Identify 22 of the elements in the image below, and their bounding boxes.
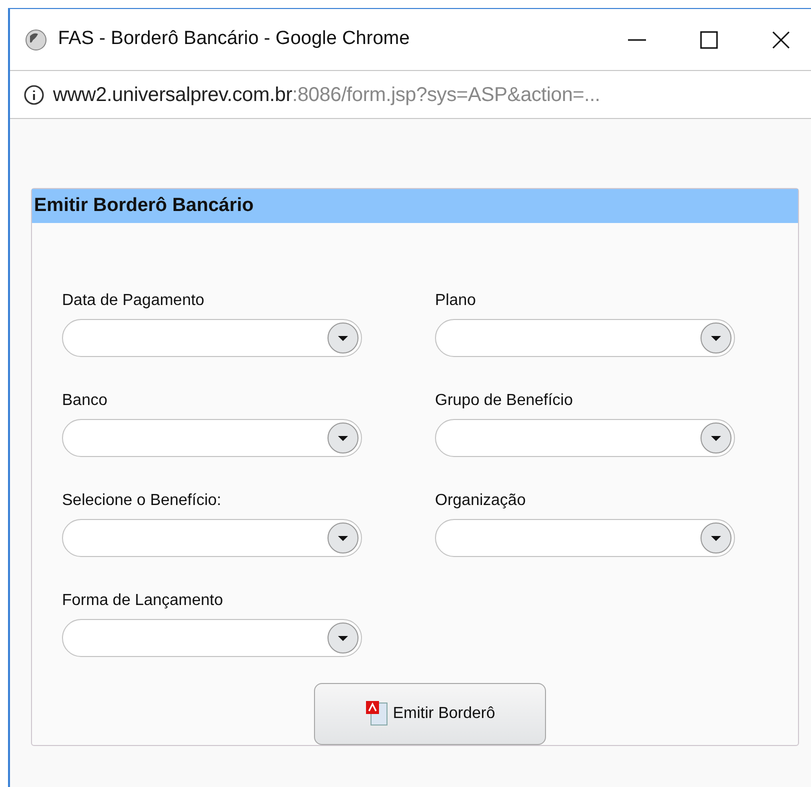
panel-title: Emitir Borderô Bancário	[32, 189, 798, 223]
maximize-icon[interactable]	[699, 30, 719, 50]
info-icon[interactable]	[23, 84, 45, 106]
dropdown-field[interactable]	[62, 519, 362, 557]
dropdown-field[interactable]	[62, 419, 362, 457]
field-label: Grupo de Benefício	[435, 391, 574, 411]
close-icon[interactable]	[771, 30, 791, 50]
field-label: Forma de Lançamento	[62, 591, 224, 611]
dropdown-field[interactable]	[435, 319, 735, 357]
field-label: Organização	[435, 491, 527, 511]
field-label: Selecione o Benefício:	[62, 491, 222, 511]
pdf-icon	[364, 700, 389, 728]
field-label: Banco	[62, 391, 108, 411]
dropdown-field[interactable]	[435, 519, 735, 557]
dropdown-field[interactable]	[62, 619, 362, 657]
dropdown-field[interactable]	[435, 419, 735, 457]
field-label: Data de Pagamento	[62, 291, 206, 311]
dropdown-field[interactable]	[62, 319, 362, 357]
globe-icon	[24, 28, 48, 52]
field-label: Plano	[435, 291, 477, 311]
issue-button[interactable]: Emitir Borderô	[314, 683, 546, 745]
window-title: FAS - Borderô Bancário - Google Chrome	[58, 27, 410, 52]
